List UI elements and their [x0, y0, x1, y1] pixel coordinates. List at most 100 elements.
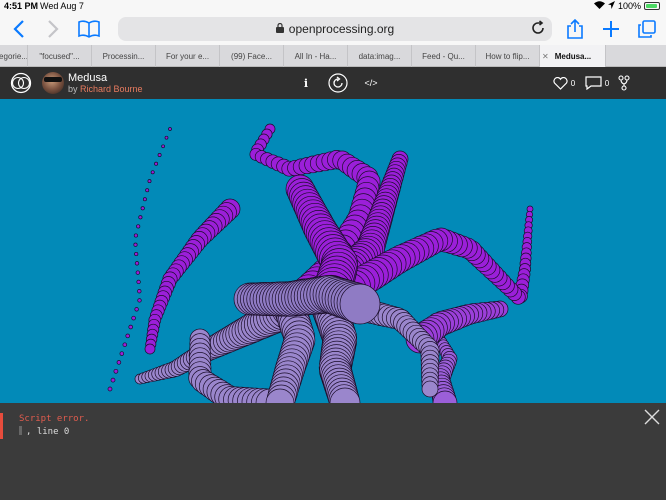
tab-label: All In - Ha... — [294, 51, 337, 61]
tabs-overview-button[interactable] — [634, 16, 660, 42]
close-console-button[interactable] — [644, 409, 660, 425]
tentacle-segment — [421, 380, 439, 398]
status-bar: 4:51 PM Wed Aug 7 100% — [0, 0, 666, 13]
comment-icon — [585, 76, 602, 90]
author-link[interactable]: Richard Bourne — [80, 84, 143, 94]
tentacle-segment — [122, 342, 128, 347]
close-icon — [644, 409, 660, 425]
fork-button[interactable] — [617, 73, 631, 93]
view-code-button[interactable]: </> — [363, 73, 379, 93]
tab-item[interactable]: All In - Ha... — [284, 45, 348, 67]
sketch-title: Medusa — [68, 72, 108, 84]
tentacle-segment — [154, 161, 159, 166]
tentacle-segment — [131, 315, 136, 321]
tab-item[interactable]: egorie... — [0, 45, 28, 67]
error-title: Script error. — [19, 414, 90, 424]
error-detail-text: , line 0 — [26, 427, 70, 437]
tentacle-segment — [133, 242, 138, 247]
tab-label: data:imag... — [358, 51, 401, 61]
tab-label: Processin... — [102, 51, 145, 61]
tentacle-segment — [150, 170, 155, 175]
tentacle-segment — [125, 333, 130, 339]
plus-icon — [603, 21, 619, 37]
tentacle-segment — [147, 179, 152, 184]
tentacle-segment — [142, 197, 147, 202]
new-tab-button[interactable] — [598, 16, 624, 42]
tentacle-segment — [119, 351, 125, 356]
sketch-canvas[interactable] — [0, 99, 666, 403]
tentacle-segment — [137, 298, 142, 303]
restart-button[interactable] — [327, 73, 349, 93]
tentacle-segment — [144, 343, 156, 355]
tentacle-segment — [137, 289, 142, 294]
reload-icon[interactable] — [530, 20, 546, 39]
tab-item[interactable]: Feed - Qu... — [412, 45, 476, 67]
battery-icon — [644, 2, 660, 10]
tab-label: (99) Face... — [231, 51, 272, 61]
chevron-right-icon — [48, 20, 59, 38]
sketch-author-line: by Richard Bourne — [68, 84, 143, 94]
bookmarks-button[interactable] — [76, 16, 102, 42]
like-button[interactable]: 0 — [552, 73, 576, 93]
tabs-icon — [638, 20, 656, 38]
tab-item[interactable]: data:imag... — [348, 45, 412, 67]
url-text: openprocessing.org — [288, 22, 395, 36]
info-button[interactable]: i — [302, 73, 310, 93]
browser-nav-bar: openprocessing.org — [0, 13, 666, 45]
share-icon — [567, 19, 583, 39]
tab-item[interactable]: "focused"... — [28, 45, 92, 67]
close-tab-icon[interactable]: ✕ — [542, 52, 549, 61]
restart-icon — [328, 73, 348, 93]
tentacle-segment — [107, 386, 113, 392]
tentacle-segment — [110, 377, 116, 383]
tab-label: Feed - Qu... — [422, 51, 465, 61]
tentacle-segment — [164, 135, 169, 140]
tentacle-segment — [134, 261, 140, 266]
error-console: Script error. , line 0 — [0, 403, 666, 500]
tentacle-segment — [138, 215, 143, 220]
tab-strip: egorie... "focused"... Processin... For … — [0, 45, 666, 67]
share-button[interactable] — [562, 16, 588, 42]
tab-label: Medusa... — [554, 51, 592, 61]
battery-percent: 100% — [617, 1, 641, 11]
sketch-header: Medusa by Richard Bourne i </> 0 0 — [0, 67, 666, 99]
tentacle-segment — [136, 224, 141, 229]
status-right: 100% — [593, 1, 660, 11]
error-detail: , line 0 — [19, 426, 69, 437]
tentacle-segment — [339, 283, 381, 325]
tentacle-segment — [116, 360, 122, 365]
tab-item[interactable]: How to flip... — [476, 45, 540, 67]
error-indicator — [0, 413, 3, 439]
tentacle-segment — [113, 368, 119, 374]
tab-item-active[interactable]: ✕ Medusa... — [540, 45, 606, 67]
tentacle-segment — [136, 279, 141, 285]
wifi-icon — [593, 1, 605, 11]
tab-item[interactable]: (99) Face... — [220, 45, 284, 67]
back-button[interactable] — [6, 16, 32, 42]
fork-icon — [618, 75, 630, 91]
address-bar[interactable]: openprocessing.org — [118, 17, 552, 41]
comments-button[interactable]: 0 — [584, 73, 610, 93]
tentacle-segment — [134, 251, 139, 257]
author-avatar[interactable] — [42, 72, 64, 94]
chevron-left-icon — [13, 20, 24, 38]
tab-item[interactable]: For your e... — [156, 45, 220, 67]
book-icon — [78, 20, 100, 38]
by-prefix: by — [68, 84, 78, 94]
status-date: Wed Aug 7 — [40, 1, 84, 11]
tentacle-segment — [133, 233, 138, 238]
forward-button[interactable] — [40, 16, 66, 42]
tentacle-segment — [135, 270, 140, 275]
tab-item[interactable]: Processin... — [92, 45, 156, 67]
status-time: 4:51 PM — [4, 1, 39, 11]
tentacle-segment — [140, 206, 145, 211]
tentacle-segment — [134, 307, 139, 312]
comment-count: 0 — [604, 78, 610, 88]
location-icon — [607, 1, 615, 11]
lock-icon — [275, 22, 284, 36]
medusa-artwork — [107, 123, 534, 403]
openprocessing-logo-icon[interactable] — [10, 72, 32, 99]
tentacle-segment — [145, 188, 150, 193]
tab-label: "focused"... — [39, 51, 80, 61]
tab-label: For your e... — [165, 51, 210, 61]
